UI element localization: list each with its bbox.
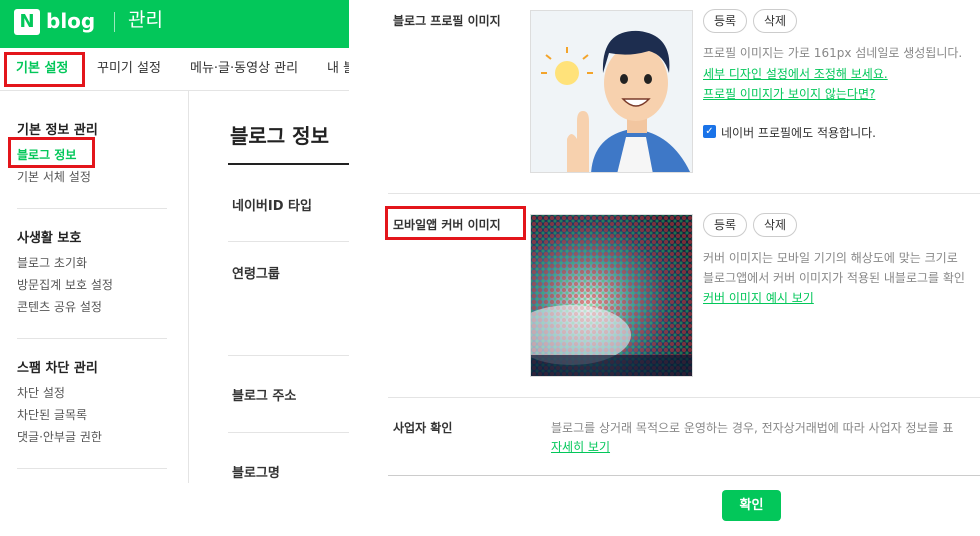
blog-logo[interactable]: blog bbox=[46, 8, 95, 34]
confirm-button[interactable]: 확인 bbox=[722, 490, 781, 521]
naver-logo-icon[interactable]: N bbox=[14, 9, 40, 35]
form-bottom-divider bbox=[388, 475, 980, 476]
sidebar-item-content-share[interactable]: 콘텐츠 공유 설정 bbox=[17, 298, 102, 315]
profile-delete-button[interactable]: 삭제 bbox=[753, 9, 798, 33]
sidebar-section-title: 사생활 보호 bbox=[17, 231, 82, 246]
cover-example-link[interactable]: 커버 이미지 예시 보기 bbox=[703, 289, 814, 306]
sidebar-item-blog-reset[interactable]: 블로그 초기화 bbox=[17, 254, 87, 271]
business-detail-link[interactable]: 자세히 보기 bbox=[551, 438, 610, 455]
cover-image bbox=[530, 214, 693, 377]
highlight-box-blog-info bbox=[8, 137, 95, 168]
row-label-blog-name: 블로그명 bbox=[232, 466, 280, 481]
profile-description: 프로필 이미지는 가로 161px 섬네일로 생성됩니다. bbox=[703, 46, 963, 60]
sidebar-item-default-font[interactable]: 기본 서체 설정 bbox=[17, 168, 91, 185]
section-divider bbox=[388, 193, 980, 194]
sidebar-divider bbox=[17, 338, 167, 339]
header-title: 관리 bbox=[128, 9, 163, 31]
business-check-label: 사업자 확인 bbox=[393, 421, 453, 435]
cover-description-2: 블로그앱에서 커버 이미지가 적용된 내블로그를 확인 bbox=[703, 271, 965, 285]
cover-description-1: 커버 이미지는 모바일 기기의 해상도에 맞는 크기로 bbox=[703, 251, 958, 265]
row-label-age-group: 연령그룹 bbox=[232, 267, 280, 282]
tab-decorate-settings[interactable]: 꾸미기 설정 bbox=[97, 48, 161, 90]
cover-register-button[interactable]: 등록 bbox=[703, 213, 748, 237]
naver-profile-checkbox[interactable]: ✓ bbox=[703, 125, 716, 138]
title-underline bbox=[228, 163, 349, 165]
profile-not-visible-link[interactable]: 프로필 이미지가 보이지 않는다면? bbox=[703, 85, 875, 102]
naver-profile-checkbox-label: 네이버 프로필에도 적용합니다. bbox=[721, 126, 876, 140]
profile-image bbox=[530, 10, 693, 173]
cover-delete-button[interactable]: 삭제 bbox=[753, 213, 798, 237]
row-label-naver-id-type: 네이버ID 타입 bbox=[232, 199, 312, 214]
business-description: 블로그를 상거래 목적으로 운영하는 경우, 전자상거래법에 따라 사업자 정보… bbox=[551, 421, 954, 435]
highlight-box-tab bbox=[4, 52, 85, 87]
sidebar-item-blocked-posts[interactable]: 차단된 글목록 bbox=[17, 406, 87, 423]
row-label-blog-address: 블로그 주소 bbox=[232, 389, 297, 404]
sidebar-item-comment-permission[interactable]: 댓글·안부글 권한 bbox=[17, 428, 102, 445]
row-divider bbox=[228, 432, 349, 433]
sidebar-section-title: 스팸 차단 관리 bbox=[17, 361, 98, 376]
section-divider bbox=[388, 397, 980, 398]
profile-image-label: 블로그 프로필 이미지 bbox=[393, 14, 501, 28]
row-divider bbox=[228, 241, 349, 242]
tab-my-blog[interactable]: 내 블 bbox=[327, 48, 349, 90]
sidebar-divider bbox=[17, 468, 167, 469]
highlight-box-cover-label bbox=[385, 206, 526, 240]
sidebar-item-visit-count-protect[interactable]: 방문집계 보호 설정 bbox=[17, 276, 113, 293]
profile-register-button[interactable]: 등록 bbox=[703, 9, 748, 33]
page-title: 블로그 정보 bbox=[230, 124, 329, 148]
sidebar-section-title: 기본 정보 관리 bbox=[17, 123, 98, 138]
profile-design-link[interactable]: 세부 디자인 설정에서 조정해 보세요. bbox=[703, 65, 888, 82]
header-divider bbox=[114, 12, 115, 32]
row-divider bbox=[228, 355, 349, 356]
sidebar-item-block-settings[interactable]: 차단 설정 bbox=[17, 384, 65, 401]
sidebar-divider bbox=[17, 208, 167, 209]
tab-menu-post-video[interactable]: 메뉴·글·동영상 관리 bbox=[190, 48, 298, 90]
